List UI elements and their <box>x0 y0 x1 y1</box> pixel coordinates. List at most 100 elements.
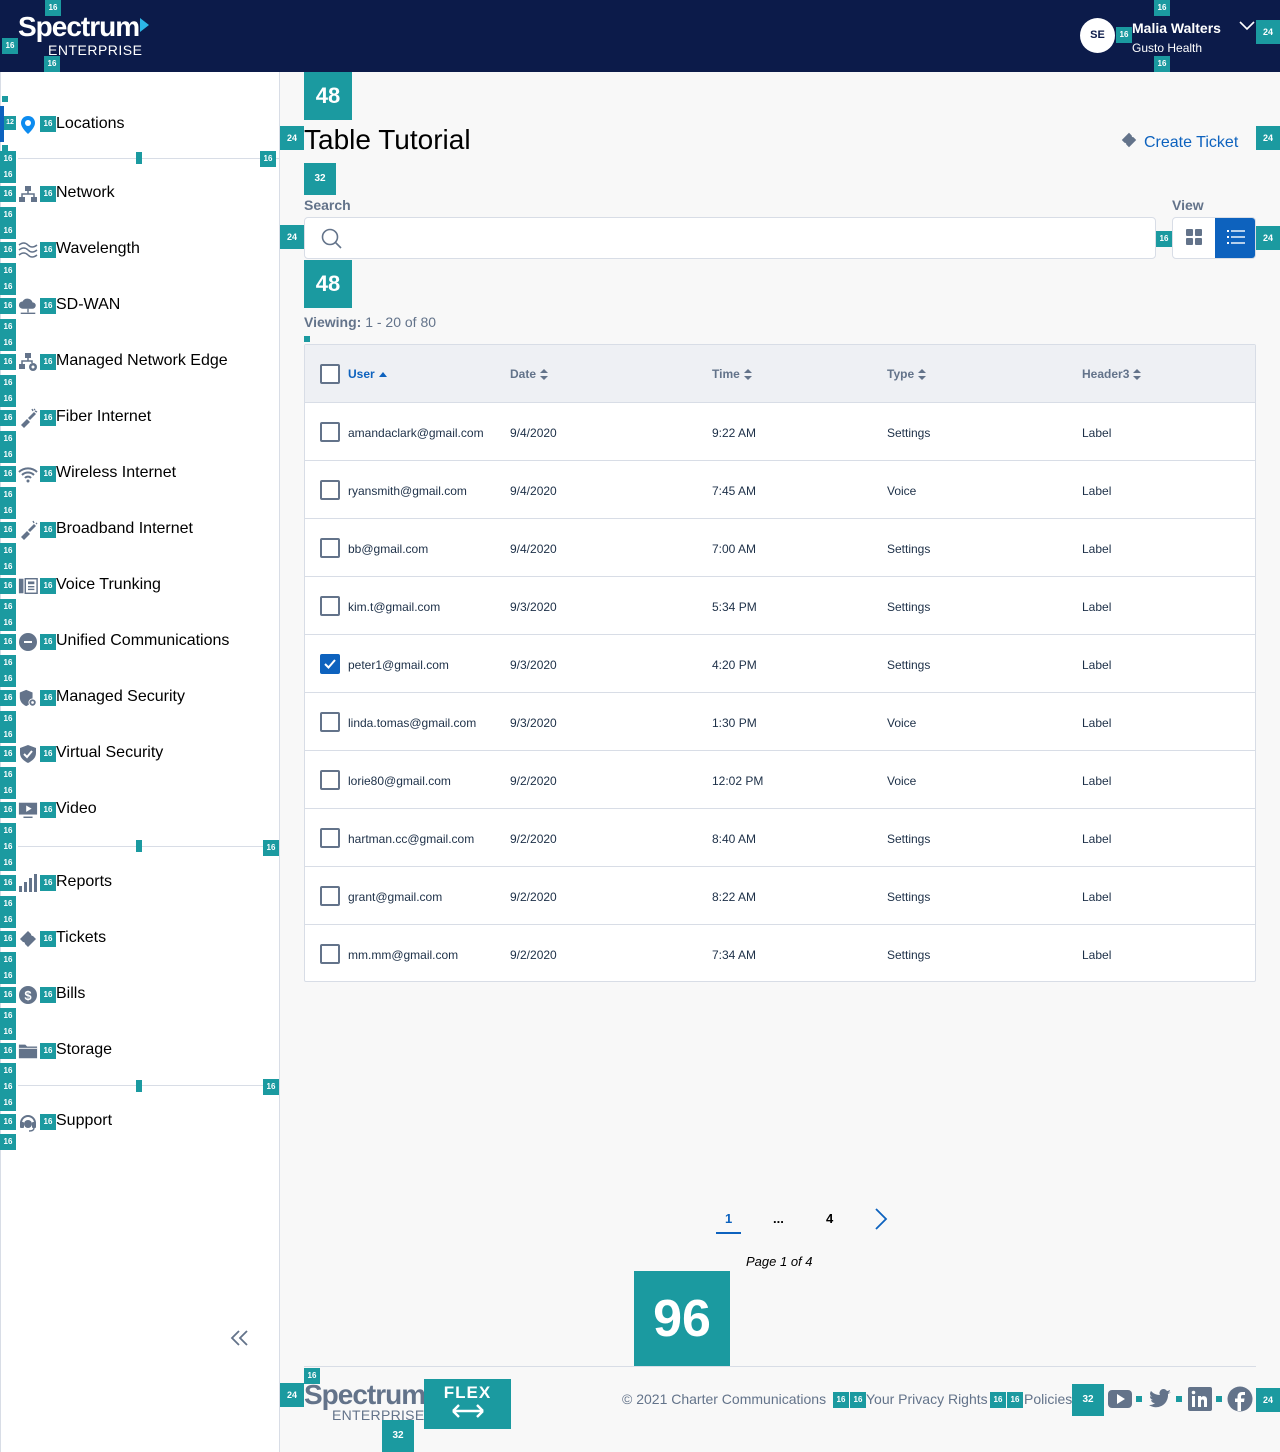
column-header-header3[interactable]: Header3 <box>1082 367 1142 381</box>
headset-icon <box>18 1112 38 1132</box>
page-link-4[interactable]: 4 <box>826 1211 833 1226</box>
footer-spectrum-logo[interactable]: Spectrum ENTERPRISE <box>304 1380 435 1423</box>
row-checkbox[interactable] <box>320 596 340 616</box>
current-page-underline <box>716 1232 741 1234</box>
cell-time: 4:20 PM <box>712 658 757 672</box>
cell-type: Settings <box>887 658 931 672</box>
cell-date: 9/2/2020 <box>510 890 557 904</box>
row-checkbox[interactable] <box>320 770 340 790</box>
location-pin-icon <box>18 115 38 135</box>
cell-h3: Label <box>1082 948 1112 962</box>
cell-time: 5:34 PM <box>712 600 757 614</box>
sidebar <box>0 72 280 1452</box>
sidebar-item-virtual-security[interactable]: Virtual Security <box>18 742 163 766</box>
cell-date: 9/3/2020 <box>510 600 557 614</box>
row-checkbox[interactable] <box>320 422 340 442</box>
grid-icon <box>1186 228 1202 250</box>
sidebar-item-bills[interactable]: $ Bills <box>18 983 85 1007</box>
select-all-checkbox[interactable] <box>320 364 340 384</box>
linkedin-icon[interactable] <box>1187 1386 1213 1412</box>
table-row[interactable]: hartman.cc@gmail.com 9/2/2020 8:40 AM Setti… <box>305 809 1255 867</box>
column-header-type[interactable]: Type <box>887 367 927 381</box>
svg-text:$: $ <box>24 988 32 1003</box>
cell-date: 9/4/2020 <box>510 484 557 498</box>
cell-user: kim.t@gmail.com <box>348 600 441 614</box>
grid-view-button[interactable] <box>1173 218 1215 258</box>
create-ticket-button[interactable]: Create Ticket <box>1120 131 1238 154</box>
cell-h3: Label <box>1082 426 1112 440</box>
search-label: Search <box>304 197 351 213</box>
row-checkbox[interactable] <box>320 538 340 558</box>
cell-h3: Label <box>1082 658 1112 672</box>
sidebar-item-wireless-internet[interactable]: Wireless Internet <box>18 462 176 486</box>
column-header-user[interactable]: User <box>348 367 387 381</box>
table-row[interactable]: linda.tomas@gmail.com 9/3/2020 1:30 PM Voic… <box>305 693 1255 751</box>
youtube-icon[interactable] <box>1107 1386 1133 1412</box>
sidebar-item-network[interactable]: Network <box>18 182 115 206</box>
table-row[interactable]: kim.t@gmail.com 9/3/2020 5:34 PM Settings La… <box>305 577 1255 635</box>
chevron-down-icon[interactable] <box>1238 18 1256 39</box>
sidebar-item-fiber-internet[interactable]: Fiber Internet <box>18 406 151 430</box>
cell-time: 7:45 AM <box>712 484 757 498</box>
avatar[interactable]: SE <box>1080 18 1115 53</box>
cell-time: 7:34 AM <box>712 948 757 962</box>
sidebar-item-storage[interactable]: Storage <box>18 1039 112 1063</box>
column-header-date[interactable]: Date <box>510 367 549 381</box>
column-header-time[interactable]: Time <box>712 367 752 381</box>
sidebar-item-support[interactable]: Support <box>18 1110 112 1134</box>
row-checkbox[interactable] <box>320 712 340 732</box>
table-row[interactable]: bb@gmail.com 9/4/2020 7:00 AM Settings Label <box>305 519 1255 577</box>
sidebar-item-locations[interactable]: Locations <box>18 113 125 137</box>
table-row[interactable]: grant@gmail.com 9/2/2020 8:22 AM Settings La… <box>305 867 1255 925</box>
search-input[interactable] <box>304 217 1156 259</box>
sidebar-item-managed-security[interactable]: Managed Security <box>18 686 185 710</box>
cell-time: 12:02 PM <box>712 774 764 788</box>
sidebar-item-wavelength[interactable]: Wavelength <box>18 238 140 262</box>
cell-type: Voice <box>887 774 917 788</box>
sidebar-item-unified-communications[interactable]: Unified Communications <box>18 630 229 654</box>
collapse-sidebar-icon[interactable] <box>228 1328 250 1353</box>
table-row[interactable]: ryansmith@gmail.com 9/4/2020 7:45 AM Voice L… <box>305 461 1255 519</box>
cell-h3: Label <box>1082 600 1112 614</box>
sidebar-item-voice-trunking[interactable]: Voice Trunking <box>18 574 161 598</box>
sidebar-item-broadband-internet[interactable]: Broadband Internet <box>18 518 193 542</box>
viewing-count: Viewing: 1 - 20 of 80 <box>304 314 437 330</box>
sidebar-item-reports[interactable]: Reports <box>18 871 112 895</box>
row-checkbox[interactable] <box>320 480 340 500</box>
chevron-right-icon[interactable] <box>874 1207 888 1236</box>
wifi-icon <box>18 464 38 484</box>
table-row[interactable]: peter1@gmail.com 9/3/2020 4:20 PM Settings L… <box>305 635 1255 693</box>
sidebar-item-sd-wan[interactable]: SD-WAN <box>18 294 120 318</box>
twitter-icon[interactable] <box>1147 1386 1173 1412</box>
table-row[interactable]: mm.mm@gmail.com 9/2/2020 7:34 AM Settings La… <box>305 925 1255 983</box>
cell-time: 7:00 AM <box>712 542 757 556</box>
facebook-icon[interactable] <box>1227 1386 1253 1412</box>
row-checkbox[interactable] <box>320 886 340 906</box>
table-row[interactable]: lorie80@gmail.com 9/2/2020 12:02 PM Voice La… <box>305 751 1255 809</box>
footer-divider <box>304 1366 1256 1367</box>
policies-link[interactable]: Policies <box>1024 1391 1072 1407</box>
page-link-1[interactable]: 1 <box>725 1211 732 1226</box>
cell-date: 9/3/2020 <box>510 658 557 672</box>
row-checkbox[interactable] <box>320 944 340 964</box>
row-checkbox[interactable] <box>320 828 340 848</box>
sidebar-item-managed-network-edge[interactable]: Managed Network Edge <box>18 350 228 374</box>
table-row[interactable]: amandaclark@gmail.com 9/4/2020 9:22 AM Sett… <box>305 403 1255 461</box>
sidebar-item-video[interactable]: Video <box>18 798 97 822</box>
ticket-icon <box>18 929 38 949</box>
data-table: User Date Time Type Header3 amandaclark@… <box>304 344 1256 982</box>
cell-user: hartman.cc@gmail.com <box>348 832 475 846</box>
bar-chart-icon <box>18 873 38 893</box>
cell-user: amandaclark@gmail.com <box>348 426 484 440</box>
list-view-button[interactable] <box>1215 218 1255 258</box>
user-name: Malia Walters <box>1132 20 1221 36</box>
cell-type: Voice <box>887 716 917 730</box>
row-checkbox[interactable] <box>320 654 340 674</box>
dollar-icon: $ <box>18 985 38 1005</box>
shield-gear-icon <box>18 688 38 708</box>
spectrum-enterprise-logo[interactable]: Spectrum ENTERPRISE <box>18 12 150 58</box>
privacy-rights-link[interactable]: Your Privacy Rights <box>866 1391 988 1407</box>
copyright: © 2021 Charter Communications <box>622 1391 827 1407</box>
cloud-network-icon <box>18 296 38 316</box>
sidebar-item-tickets[interactable]: Tickets <box>18 927 106 951</box>
